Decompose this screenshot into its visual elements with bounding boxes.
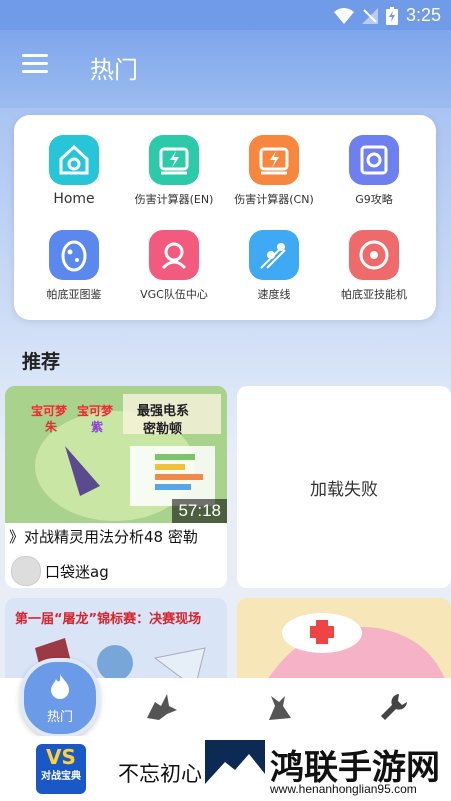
banner-slogan: 不忘初心 bbox=[118, 762, 202, 786]
guide-icon bbox=[349, 135, 399, 185]
app-logo: VS 对战宝典 bbox=[36, 744, 86, 794]
load-failed-text: 加载失败 bbox=[310, 479, 378, 500]
wifi-icon bbox=[333, 7, 354, 24]
thumb-sub-1: 朱 bbox=[45, 420, 58, 434]
tool-speed-line[interactable]: 速度线 bbox=[224, 210, 324, 305]
tool-label: 帕底亚技能机 bbox=[341, 288, 407, 301]
nav-tools[interactable] bbox=[374, 690, 414, 724]
thumb-sub-2: 紫 bbox=[91, 420, 104, 434]
video-duration: 57:18 bbox=[172, 499, 227, 523]
tool-calculator-cn[interactable]: 伤害计算器(CN) bbox=[224, 115, 324, 210]
status-bar: 3:25 bbox=[0, 0, 451, 30]
tool-calculator-en[interactable]: 伤害计算器(EN) bbox=[124, 115, 224, 210]
logo-sub: 对战宝典 bbox=[41, 771, 81, 782]
egg-icon bbox=[49, 230, 99, 280]
battery-charging-icon bbox=[385, 6, 398, 25]
thumb-headline: 第一届“屠龙”锦标赛：决赛现场 bbox=[15, 612, 202, 627]
nav-hot-label: 热门 bbox=[46, 710, 73, 725]
pokemon-silhouette-icon bbox=[269, 696, 291, 720]
wrench-icon bbox=[381, 694, 407, 720]
video-title: 》对战精灵用法分析48 密勒 bbox=[9, 528, 198, 546]
tool-label: VGC队伍中心 bbox=[140, 288, 208, 301]
video-thumbnail: 宝可梦 宝可梦 朱 紫 最强电系 密勒顿 57:18 bbox=[5, 386, 227, 523]
menu-button[interactable] bbox=[22, 54, 48, 76]
uploader-name: 口袋迷ag bbox=[45, 562, 109, 581]
clock: 3:25 bbox=[405, 5, 441, 25]
thumb-logo-1: 宝可梦 bbox=[31, 404, 68, 418]
page-title: 热门 bbox=[90, 56, 138, 84]
calculator-cn-icon bbox=[249, 135, 299, 185]
tool-label: G9攻略 bbox=[355, 193, 393, 206]
flame-icon bbox=[51, 674, 69, 699]
speed-icon bbox=[249, 230, 299, 280]
watermark-url: www.henanhonglian95.com bbox=[270, 782, 417, 796]
tool-label: Home bbox=[53, 191, 95, 207]
tools-grid: Home 伤害计算器(EN) 伤害计算器(CN) G9攻略 帕底亚图鉴 VGC队… bbox=[14, 115, 436, 320]
home-icon bbox=[49, 135, 99, 185]
tool-tm[interactable]: 帕底亚技能机 bbox=[324, 210, 424, 305]
nav-hot-button[interactable]: 热门 bbox=[20, 658, 100, 738]
tool-pokedex[interactable]: 帕底亚图鉴 bbox=[24, 210, 124, 305]
no-signal-icon bbox=[361, 7, 378, 24]
thumb-title-1: 最强电系 bbox=[137, 404, 190, 419]
uploader[interactable]: 口袋迷ag bbox=[11, 556, 109, 586]
thumb-title-2: 密勒顿 bbox=[143, 422, 183, 437]
recommend-heading: 推荐 bbox=[22, 351, 61, 373]
avatar bbox=[11, 556, 41, 586]
tool-label: 伤害计算器(EN) bbox=[134, 193, 214, 206]
nav-pokemon-1[interactable] bbox=[142, 690, 182, 724]
watermark-logo bbox=[205, 740, 265, 796]
tool-label: 速度线 bbox=[257, 288, 291, 301]
tool-vgc-team[interactable]: VGC队伍中心 bbox=[124, 210, 224, 305]
app-bar: 热门 bbox=[0, 30, 451, 108]
disc-icon bbox=[349, 230, 399, 280]
pokemon-silhouette-icon bbox=[147, 694, 177, 720]
tool-label: 帕底亚图鉴 bbox=[46, 288, 102, 301]
nav-pokemon-2[interactable] bbox=[260, 690, 300, 724]
calculator-en-icon bbox=[149, 135, 199, 185]
logo-text: VS bbox=[46, 745, 76, 769]
video-card-failed[interactable]: 加载失败 bbox=[237, 386, 451, 588]
tool-label: 伤害计算器(CN) bbox=[234, 193, 314, 206]
tool-home[interactable]: Home bbox=[24, 115, 124, 210]
video-card[interactable]: 宝可梦 宝可梦 朱 紫 最强电系 密勒顿 57:18 》对战精灵用法分析48 密… bbox=[5, 386, 227, 588]
thumb-logo-2: 宝可梦 bbox=[77, 404, 114, 418]
team-icon bbox=[149, 230, 199, 280]
tool-guide[interactable]: G9攻略 bbox=[324, 115, 424, 210]
